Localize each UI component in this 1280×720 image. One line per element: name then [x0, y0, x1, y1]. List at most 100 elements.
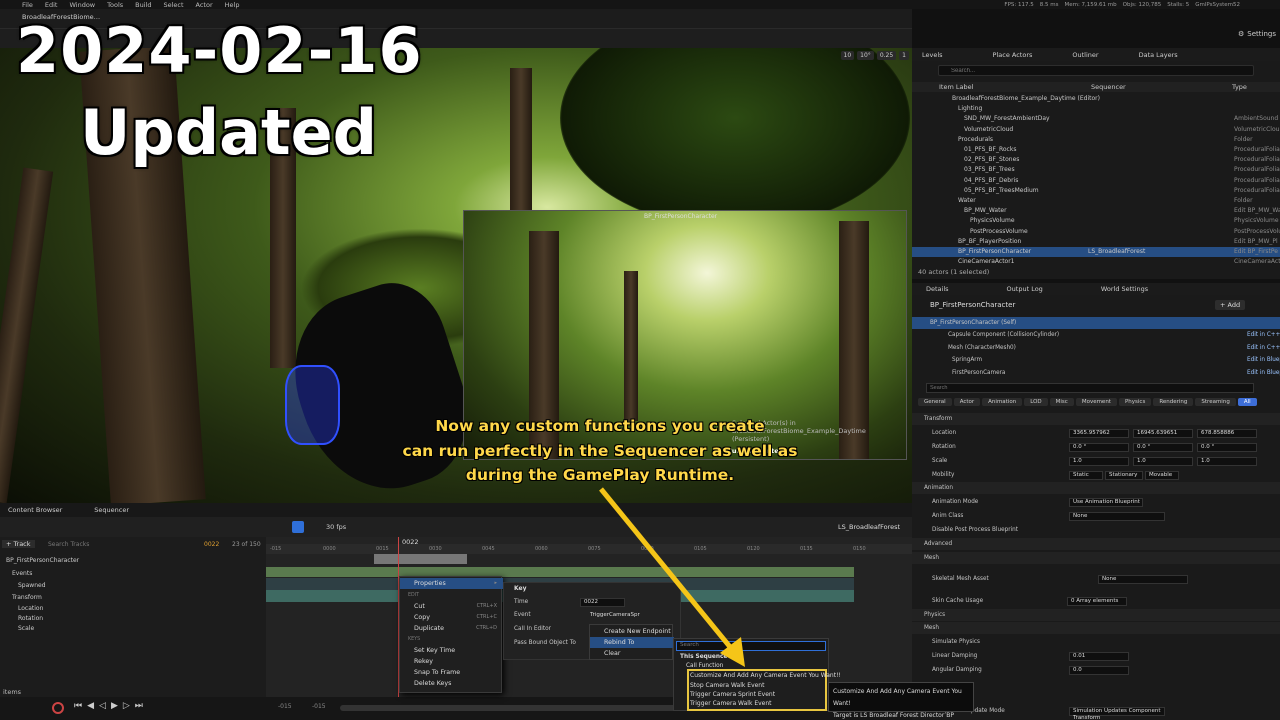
menu-actor[interactable]: Actor — [196, 1, 213, 9]
outliner-search-input[interactable] — [938, 65, 1254, 76]
outliner-row[interactable]: 01_PFS_BF_Rocks ProceduralFolia — [912, 145, 1280, 155]
record-icon[interactable] — [52, 702, 64, 714]
property-field[interactable]: Movable — [1145, 470, 1179, 480]
details-search-input[interactable] — [926, 383, 1254, 393]
outliner-row[interactable]: Procedurals Folder — [912, 135, 1280, 145]
col-sequencer[interactable]: Sequencer — [1091, 83, 1126, 91]
section-header[interactable]: Physics — [912, 609, 1280, 621]
snap-magnet-icon[interactable] — [292, 521, 304, 533]
selection-gizmo[interactable] — [285, 365, 340, 445]
track-row[interactable]: Spawned — [0, 580, 266, 591]
search-tracks-input[interactable]: Search Tracks — [48, 541, 89, 548]
tab-data-layers[interactable]: Data Layers — [1109, 51, 1188, 59]
category-tab[interactable]: Movement — [1075, 398, 1117, 406]
component-edit-link[interactable]: Edit in C++ — [1247, 342, 1280, 354]
outliner-row[interactable]: SND_MW_ForestAmbientDay AmbientSound — [912, 114, 1280, 124]
outliner-row[interactable]: 03_PFS_BF_Trees ProceduralFolia — [912, 165, 1280, 175]
property-field[interactable]: None — [1069, 511, 1165, 521]
tab-content-browser[interactable]: Content Browser — [0, 506, 70, 514]
section-header[interactable]: Mesh — [912, 622, 1280, 634]
track-row[interactable]: Events — [0, 568, 266, 579]
property-field[interactable]: 1.0 — [1197, 456, 1257, 466]
outliner-row[interactable]: BP_BF_PlayerPosition Edit BP_MW_Pl — [912, 237, 1280, 247]
outliner-row[interactable]: VolumetricCloud VolumetricClou — [912, 125, 1280, 135]
menu-item-copy[interactable]: Copy CTRL+C — [400, 612, 503, 623]
fps-dropdown[interactable]: 30 fps — [326, 523, 346, 531]
menu-item-duplicate[interactable]: Duplicate CTRL+D — [400, 623, 503, 634]
menu-item-snap-to-frame[interactable]: Snap To Frame — [400, 667, 503, 678]
outliner-row[interactable]: Water Folder — [912, 196, 1280, 206]
tab-sequencer[interactable]: Sequencer — [70, 506, 137, 514]
outliner-row[interactable]: CineCameraActor1 CineCameraActo — [912, 257, 1280, 267]
scale-snap-button[interactable]: 0.25 — [876, 51, 897, 60]
add-track-button[interactable]: + Track — [2, 540, 35, 548]
property-field[interactable]: Stationary — [1105, 470, 1143, 480]
menu-select[interactable]: Select — [163, 1, 183, 9]
component-edit-link[interactable]: Edit in Blueprint — [1247, 367, 1280, 379]
category-tab[interactable]: Animation — [982, 398, 1023, 406]
property-field[interactable]: None — [1098, 574, 1188, 584]
tab-world-settings[interactable]: World Settings — [1057, 285, 1162, 293]
category-tab[interactable]: General — [918, 398, 952, 406]
transport-controls[interactable]: ⏮◀◁▶▷⏭ — [74, 701, 148, 711]
outliner-row[interactable]: Lighting — [912, 104, 1280, 114]
outliner-row[interactable]: PhysicsVolume PhysicsVolume — [912, 216, 1280, 226]
component-row[interactable]: SpringArm Edit in Blueprint — [912, 354, 1280, 366]
tab-output-log[interactable]: Output Log — [963, 285, 1057, 293]
property-field[interactable]: 0.0 ° — [1069, 442, 1129, 452]
range-start[interactable]: -015 — [278, 703, 292, 710]
category-tab[interactable]: LOD — [1024, 398, 1048, 406]
category-tab[interactable]: Physics — [1118, 398, 1152, 406]
menu-item-properties[interactable]: Properties ▸ — [400, 578, 503, 589]
section-header[interactable]: Advanced — [912, 538, 1280, 550]
outliner-row[interactable]: BroadleafForestBiome_Example_Daytime (Ed… — [912, 94, 1280, 104]
menu-help[interactable]: Help — [225, 1, 240, 9]
add-component-button[interactable]: + Add — [1215, 300, 1246, 310]
menu-file[interactable]: File — [22, 1, 33, 9]
menu-edit[interactable]: Edit — [45, 1, 58, 9]
property-field[interactable]: Static — [1069, 470, 1103, 480]
outliner-row[interactable]: 02_PFS_BF_Stones ProceduralFolia — [912, 155, 1280, 165]
menu-item-cut[interactable]: Cut CTRL+X — [400, 601, 503, 612]
property-field[interactable]: 0 Array elements — [1067, 596, 1127, 606]
component-edit-link[interactable]: Edit in Blueprint — [1247, 354, 1280, 366]
outliner-row[interactable]: PostProcessVolume PostProcessVolu — [912, 227, 1280, 237]
category-tab[interactable]: All — [1237, 398, 1257, 406]
menu-item-rekey[interactable]: Rekey — [400, 656, 503, 667]
function-item-trigger-walk[interactable]: Trigger Camera Walk Event — [690, 700, 772, 707]
track-row[interactable]: BP_FirstPersonCharacter — [0, 555, 266, 566]
property-field[interactable]: 0.0 — [1069, 665, 1129, 675]
tab-place-actors[interactable]: Place Actors — [953, 51, 1043, 59]
property-field[interactable]: Simulation Updates Component Transform — [1069, 706, 1165, 720]
outliner-row[interactable]: BP_FirstPersonCharacter LS_BroadleafFores… — [912, 247, 1280, 258]
property-field[interactable]: Use Animation Blueprint — [1069, 497, 1143, 507]
component-edit-link[interactable]: Edit in C++ — [1247, 329, 1280, 341]
grid-snap-button[interactable]: 10 — [840, 51, 855, 60]
menu-tools[interactable]: Tools — [107, 1, 123, 9]
tab-levels[interactable]: Levels — [912, 51, 953, 59]
property-field[interactable]: 0.0 ° — [1133, 442, 1193, 452]
section-range[interactable] — [374, 554, 467, 564]
component-row[interactable]: Mesh (CharacterMesh0) Edit in C++ — [912, 342, 1280, 354]
property-field[interactable]: 3365.957962 — [1069, 428, 1129, 438]
outliner-row[interactable]: 05_PFS_BF_TreesMedium ProceduralFolia — [912, 186, 1280, 196]
outliner-row[interactable]: BP_MW_Water Edit BP_MW_Wat — [912, 206, 1280, 216]
property-field[interactable]: 16945.639651 — [1133, 428, 1193, 438]
tab-outliner[interactable]: Outliner — [1042, 51, 1108, 59]
category-tab[interactable]: Misc — [1049, 398, 1074, 406]
menu-item-delete-keys[interactable]: Delete Keys — [400, 678, 503, 689]
category-tab[interactable]: Rendering — [1153, 398, 1194, 406]
outliner-row[interactable]: 04_PFS_BF_Debris ProceduralFolia — [912, 176, 1280, 186]
current-frame[interactable]: 0022 — [204, 541, 219, 548]
camera-speed-button[interactable]: 1 — [899, 51, 909, 60]
property-field[interactable]: 678.858886 — [1197, 428, 1257, 438]
component-row[interactable]: FirstPersonCamera Edit in Blueprint — [912, 367, 1280, 379]
property-field[interactable]: 0.0 ° — [1197, 442, 1257, 452]
col-item-label[interactable]: Item Label — [939, 83, 973, 91]
function-item-stop-walk[interactable]: Stop Camera Walk Event — [690, 682, 764, 689]
section-header[interactable]: Mesh — [912, 552, 1280, 564]
tab-details[interactable]: Details — [912, 285, 963, 293]
section-header[interactable]: Transform — [912, 413, 1280, 425]
category-tab[interactable]: Actor — [953, 398, 981, 406]
component-row[interactable]: Capsule Component (CollisionCylinder) Edi… — [912, 329, 1280, 341]
